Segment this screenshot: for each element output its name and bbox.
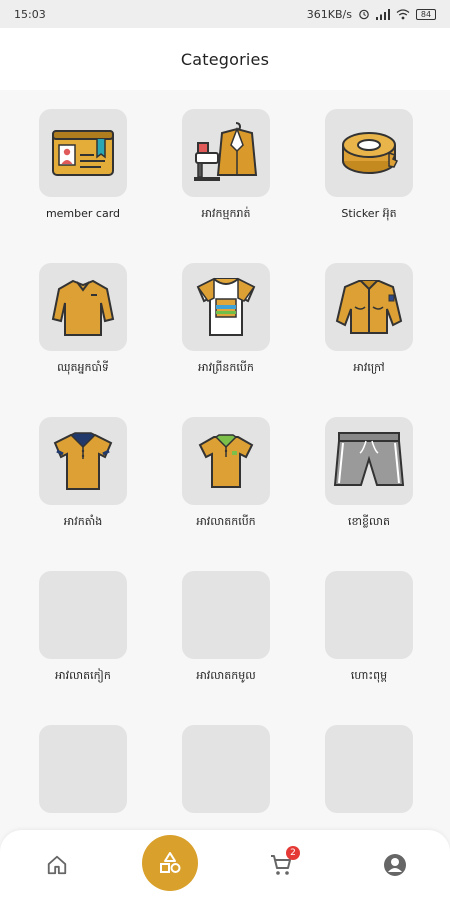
category-tile[interactable] [325,109,413,197]
category-item[interactable]: អាវកម្មករាត់ [161,109,291,223]
battery-icon: 84 [416,8,436,20]
category-label: អាវលាតកៀក [55,669,111,682]
category-label: ឈុតអ្នកបាំទី [57,361,109,374]
nav-profile[interactable] [378,848,412,882]
category-item[interactable]: ហោះពុម្ព [304,571,434,685]
nav-home[interactable] [40,848,74,882]
category-label: អាវព្រីនកបើក [198,361,254,374]
category-item[interactable]: ខោខ្លីលាត [304,417,434,531]
category-item[interactable]: អាវកតាំង [18,417,148,531]
category-tile[interactable] [182,725,270,813]
tape-roll-icon [342,132,399,174]
page-title: Categories [180,49,270,69]
category-tile[interactable] [39,725,127,813]
category-item[interactable] [304,725,434,813]
status-time: 15:03 [14,7,46,21]
category-tile[interactable] [182,571,270,659]
category-tile[interactable] [39,263,127,351]
jacket-icon [335,280,403,334]
category-tile[interactable] [325,571,413,659]
alarm-icon [359,9,369,20]
category-tile[interactable] [182,109,270,197]
category-item[interactable]: អាវលាតកបើក [161,417,291,531]
categories-shapes-icon [160,852,181,873]
category-item[interactable]: Sticker អ៊ុត [304,109,434,223]
polo-navy-collar-icon [53,432,113,490]
category-item[interactable]: ឈុតអ្នកបាំទី [18,263,148,377]
category-item[interactable] [161,725,291,813]
long-sleeve-shirt-icon [51,279,115,336]
category-label: ហោះពុម្ព [350,669,388,682]
category-item[interactable]: អាវព្រីនកបើក [161,263,291,377]
category-item[interactable]: member card [18,109,148,220]
network-speed: 361KB/s [306,7,352,21]
category-label: អាវក្រៅ [353,361,385,374]
tailor-sewing-icon [194,122,258,181]
cart-badge: 2 [286,846,300,860]
category-label: អាវលាតកបើក [196,515,256,528]
signal-icon [376,8,390,20]
category-tile[interactable] [39,109,127,197]
wifi-icon [396,8,410,19]
category-tile[interactable] [325,263,413,351]
category-label: អាវកម្មករាត់ [201,207,251,220]
app-bar: Categories [0,28,450,90]
status-bar: 15:03 361KB/s 84 [0,0,450,28]
nav-cart[interactable]: 2 [264,846,300,882]
category-item[interactable] [18,725,148,813]
category-tile[interactable] [182,263,270,351]
category-tile[interactable] [182,417,270,505]
shorts-icon [333,432,405,486]
printed-tshirt-icon [196,277,256,336]
member-card-icon [52,130,114,176]
status-icons: 361KB/s 84 [307,8,436,21]
category-label: member card [45,207,121,220]
category-grid: member card អាវកម្មករាត់ Sticker អ៊ុត ឈុ… [0,90,450,830]
category-tile[interactable] [39,417,127,505]
polo-green-collar-icon [198,434,254,488]
category-tile[interactable] [325,725,413,813]
category-label: អាវលាតកមូល [196,669,256,682]
category-item[interactable]: អាវក្រៅ [304,263,434,377]
category-tile[interactable] [325,417,413,505]
home-icon [47,855,67,875]
category-tile[interactable] [39,571,127,659]
nav-categories[interactable] [142,835,198,891]
category-item[interactable]: អាវលាតកៀក [18,571,148,685]
category-label: អាវកតាំង [63,515,103,528]
category-item[interactable]: អាវលាតកមូល [161,571,291,685]
bottom-nav: 2 [0,830,450,900]
category-label: ខោខ្លីលាត [348,515,390,528]
profile-icon [384,854,406,876]
category-label: Sticker អ៊ុត [341,207,397,220]
